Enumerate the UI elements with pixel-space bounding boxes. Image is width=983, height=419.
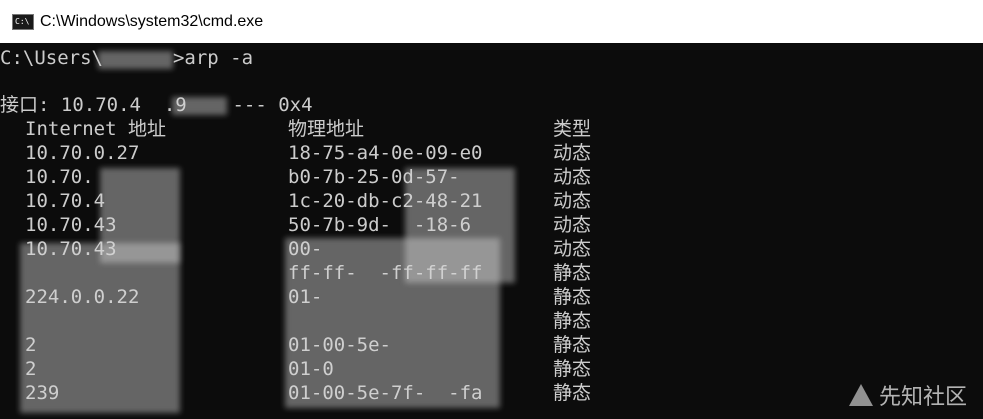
- row-type: 动态: [553, 166, 592, 188]
- redaction-blur: [172, 97, 227, 115]
- row-type: 静态: [553, 262, 592, 284]
- cmd-icon: C:\: [12, 13, 34, 30]
- watermark: 先知社区: [848, 379, 967, 411]
- watermark-text: 先知社区: [878, 385, 967, 410]
- watermark-logo-icon: [848, 384, 873, 406]
- window-title: C:\Windows\system32\cmd.exe: [40, 12, 264, 30]
- redaction-blur: [405, 168, 515, 283]
- command-text: >arp -a: [172, 47, 254, 69]
- row-type: 静态: [553, 286, 592, 308]
- row-type: 动态: [553, 214, 592, 236]
- row-ip: 10.70.4: [25, 190, 106, 212]
- header-ip: Internet 地址: [25, 118, 166, 140]
- prompt-path: C:\Users\: [0, 47, 103, 69]
- row-type: 动态: [553, 190, 592, 212]
- row-type: 动态: [553, 238, 592, 260]
- redaction-blur: [100, 168, 180, 263]
- header-mac: 物理地址: [288, 118, 365, 140]
- redaction-blur: [20, 243, 180, 413]
- row-ip: 10.70.: [25, 166, 94, 188]
- row-mac: 18-75-a4-0e-09-e0: [288, 142, 483, 164]
- console-output[interactable]: C:\Users\ >arp -a 接口: 10.70.4 .9 --- 0x4 …: [0, 43, 983, 419]
- title-bar: C:\ C:\Windows\system32\cmd.exe: [0, 0, 983, 43]
- row-type: 静态: [553, 310, 592, 332]
- row-ip: 10.70.0.27: [25, 142, 140, 164]
- row-type: 动态: [553, 142, 592, 164]
- row-type: 静态: [553, 334, 592, 356]
- redaction-blur: [98, 51, 173, 69]
- header-type: 类型: [553, 118, 592, 140]
- row-type: 静态: [553, 358, 592, 380]
- row-type: 静态: [553, 382, 592, 404]
- interface-line: 接口: 10.70.4 .9 --- 0x4: [0, 94, 313, 116]
